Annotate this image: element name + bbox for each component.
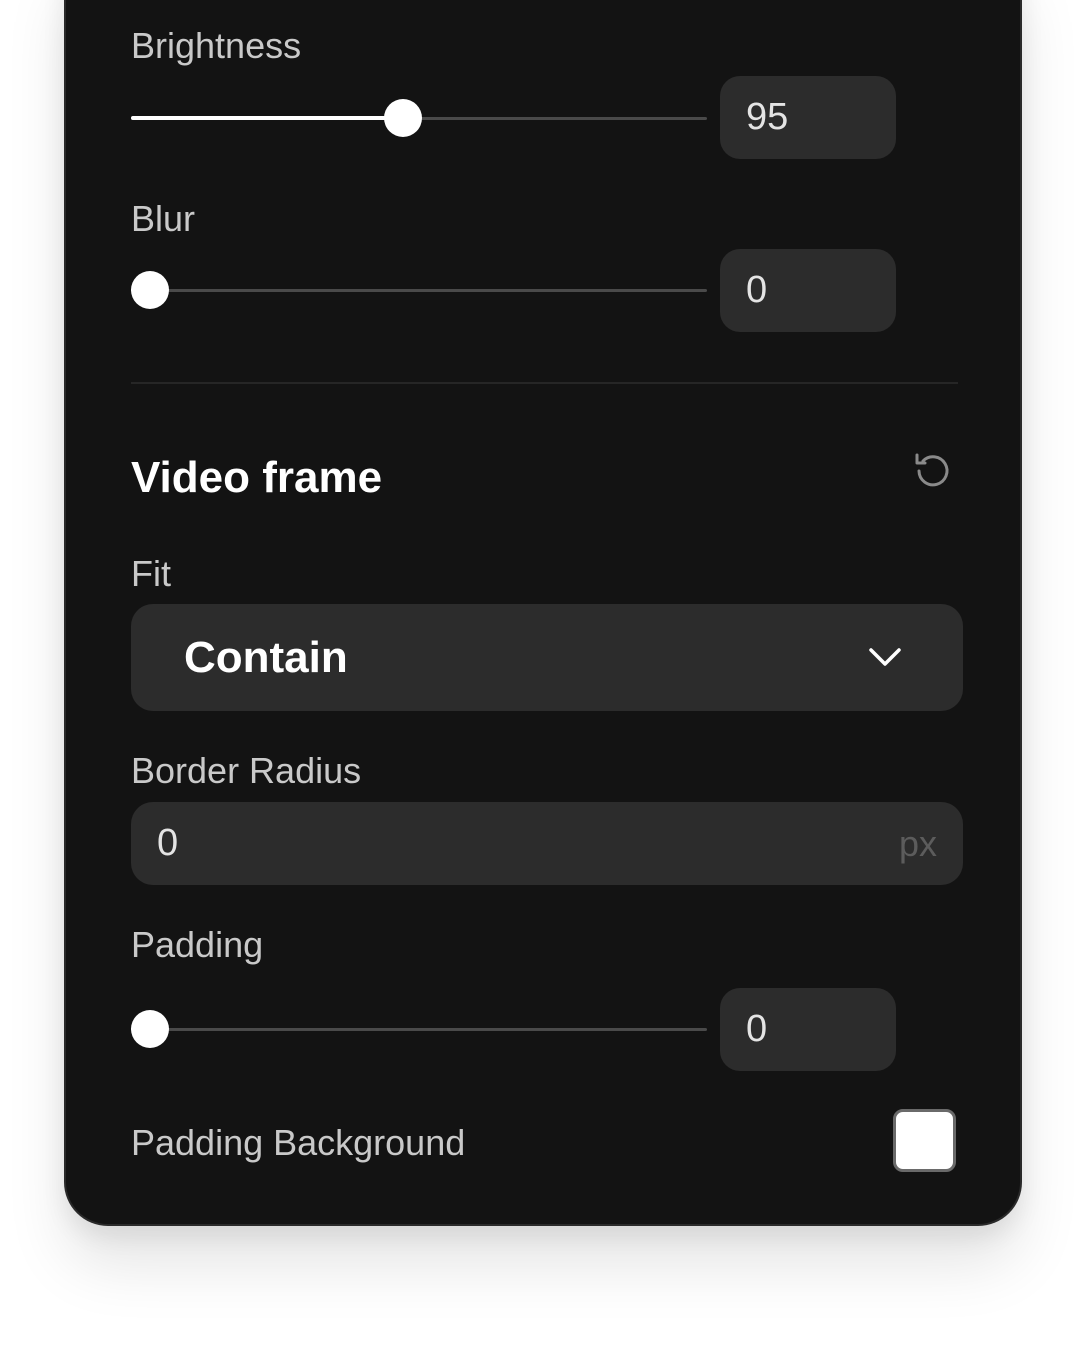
section-divider xyxy=(131,382,958,384)
fit-selected-value: Contain xyxy=(184,633,348,682)
slider-fill xyxy=(131,116,403,120)
padding-label: Padding xyxy=(131,924,264,965)
reset-icon[interactable] xyxy=(912,450,954,492)
fit-label: Fit xyxy=(131,553,171,594)
brightness-input[interactable]: 95 xyxy=(720,76,896,159)
brightness-label: Brightness xyxy=(131,25,302,66)
brightness-slider[interactable] xyxy=(131,98,707,138)
border-radius-value: 0 xyxy=(157,822,179,864)
blur-input[interactable]: 0 xyxy=(720,249,896,332)
padding-input[interactable]: 0 xyxy=(720,988,896,1071)
border-radius-input[interactable]: 0 px xyxy=(131,802,963,885)
slider-thumb[interactable] xyxy=(383,99,422,137)
border-radius-unit: px xyxy=(898,823,937,864)
border-radius-label: Border Radius xyxy=(131,750,362,791)
slider-thumb[interactable] xyxy=(131,1010,169,1048)
blur-slider[interactable] xyxy=(131,270,707,310)
padding-background-color-swatch[interactable] xyxy=(893,1109,956,1172)
padding-slider[interactable] xyxy=(131,1009,707,1049)
chevron-down-icon xyxy=(869,648,901,666)
blur-label: Blur xyxy=(131,198,196,239)
fit-select[interactable]: Contain xyxy=(131,604,963,711)
slider-track xyxy=(131,289,707,292)
slider-thumb[interactable] xyxy=(131,271,169,309)
section-title-video-frame: Video frame xyxy=(131,453,383,502)
padding-background-label: Padding Background xyxy=(131,1122,466,1163)
slider-track xyxy=(131,1028,707,1031)
